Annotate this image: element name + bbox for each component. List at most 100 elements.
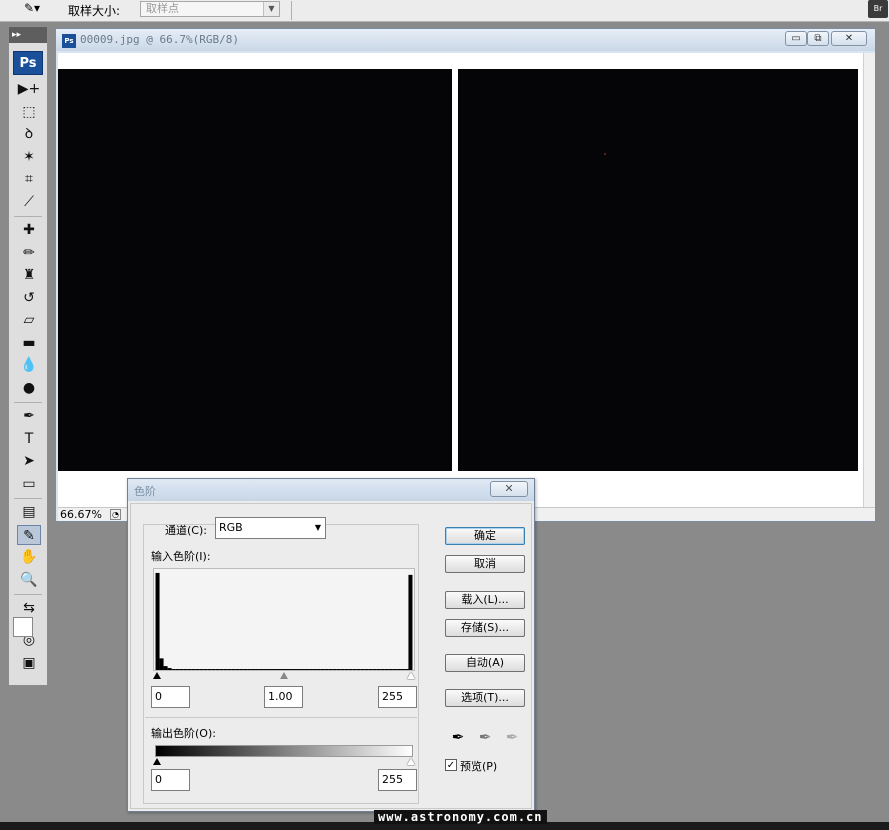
histogram-bar — [267, 669, 272, 670]
toolbox-divider — [14, 216, 42, 217]
histogram-bar — [308, 669, 313, 670]
load-button[interactable]: 载入(L)... — [445, 591, 525, 609]
histogram-bar — [332, 669, 337, 670]
foreground-color-swatch[interactable] — [13, 617, 33, 637]
histogram — [153, 568, 415, 671]
output-levels-label: 输出色阶(O): — [151, 727, 216, 740]
crop-tool-icon[interactable]: ⌗ — [17, 169, 41, 189]
bridge-button[interactable]: Br — [868, 0, 888, 18]
auto-button[interactable]: 自动(A) — [445, 654, 525, 672]
toolbox-grip[interactable]: ▸▸ — [9, 27, 47, 43]
input-gamma-field[interactable]: 1.00 — [264, 686, 303, 708]
photoshop-logo[interactable]: Ps — [13, 51, 43, 75]
save-button[interactable]: 存储(S)... — [445, 619, 525, 637]
histogram-bar — [364, 669, 369, 670]
sample-size-value: 取样点 — [146, 2, 179, 15]
path-selection-tool-icon[interactable]: ➤ — [17, 451, 41, 471]
marquee-tool-icon[interactable]: ⬚ — [17, 102, 41, 122]
type-tool-icon[interactable]: T — [17, 429, 41, 449]
histogram-bar — [300, 669, 305, 670]
eyedropper-icon[interactable]: ✎▾ — [24, 1, 52, 19]
minimize-button[interactable]: ▭ — [785, 31, 807, 46]
histogram-bar — [235, 669, 240, 670]
channel-select[interactable]: RGB ▼ — [215, 517, 326, 539]
document-window: Ps 00009.jpg @ 66.7%(RGB/8) ▭ ⧉ ✕ 66.67%… — [55, 28, 876, 522]
screen-mode-tool-icon[interactable]: ▣ — [17, 653, 41, 673]
input-white-slider[interactable] — [407, 672, 415, 679]
input-black-slider[interactable] — [153, 672, 161, 679]
hand-tool-icon[interactable]: ✋ — [17, 547, 41, 567]
zoom-level[interactable]: 66.67% — [60, 508, 102, 522]
eraser-tool-icon[interactable]: ▱ — [17, 310, 41, 330]
output-white-field[interactable]: 255 — [378, 769, 417, 791]
preview-checkbox[interactable]: ✓ — [445, 759, 457, 771]
histogram-bar — [179, 669, 184, 670]
histogram-bar — [356, 669, 361, 670]
notes-tool-icon[interactable]: ▤ — [17, 502, 41, 522]
histogram-bar — [243, 669, 248, 670]
sample-size-label: 取样大小: — [68, 4, 121, 18]
canvas-area[interactable] — [58, 53, 863, 507]
chevron-down-icon: ▼ — [314, 523, 321, 532]
document-title-bar[interactable]: Ps 00009.jpg @ 66.7%(RGB/8) ▭ ⧉ ✕ — [56, 29, 875, 51]
star-dot — [604, 153, 606, 155]
output-black-slider[interactable] — [153, 758, 161, 765]
restore-button[interactable]: ⧉ — [807, 31, 829, 46]
input-gamma-slider[interactable] — [280, 672, 288, 679]
ok-button[interactable]: 确定 — [445, 527, 525, 545]
output-gradient — [155, 745, 413, 757]
close-button[interactable]: ✕ — [831, 31, 867, 46]
black-eyedropper-icon[interactable]: ✒ — [447, 726, 469, 748]
gradient-tool-icon[interactable]: ▬ — [17, 333, 41, 353]
histogram-bar — [316, 669, 321, 670]
histogram-bar — [288, 669, 293, 670]
histogram-bar — [255, 669, 260, 670]
image-right-panel[interactable] — [458, 69, 858, 471]
input-black-field[interactable]: 0 — [151, 686, 190, 708]
histogram-bar — [312, 669, 317, 670]
document-icon: Ps — [62, 34, 76, 48]
dialog-title-bar[interactable]: 色阶 ✕ — [128, 479, 534, 501]
lasso-tool-icon[interactable]: ꝺ — [17, 124, 41, 144]
eyedropper-tool-icon[interactable]: ✎ — [17, 524, 41, 545]
pen-tool-icon[interactable]: ✒ — [17, 406, 41, 426]
swap-colors-icon[interactable]: ⇆ — [17, 598, 41, 618]
status-menu-icon[interactable]: ◔ — [110, 509, 121, 520]
magic-wand-tool-icon[interactable]: ✶ — [17, 147, 41, 167]
histogram-bar — [211, 669, 216, 670]
options-bar: ✎▾ 取样大小: 取样点 ▼ Br — [0, 0, 889, 22]
slice-tool-icon[interactable]: ⟋ — [17, 192, 41, 212]
zoom-tool-icon[interactable]: 🔍 — [17, 570, 41, 590]
cancel-button[interactable]: 取消 — [445, 555, 525, 573]
histogram-bar — [239, 669, 244, 670]
history-brush-tool-icon[interactable]: ↺ — [17, 288, 41, 308]
toolbox-divider — [14, 594, 42, 595]
output-white-slider[interactable] — [407, 758, 415, 765]
gray-eyedropper-icon[interactable]: ✒ — [474, 726, 496, 748]
preview-label[interactable]: 预览(P) — [460, 758, 497, 774]
histogram-bar — [171, 669, 176, 670]
blur-tool-icon[interactable]: 💧 — [17, 355, 41, 375]
levels-dialog: 色阶 ✕ 通道(C): RGB ▼ 输入色阶(I): 0 1.00 255 输出… — [127, 478, 535, 812]
clone-stamp-tool-icon[interactable]: ♜ — [17, 265, 41, 285]
healing-brush-tool-icon[interactable]: ✚ — [17, 220, 41, 240]
histogram-bar — [227, 669, 232, 670]
shape-tool-icon[interactable]: ▭ — [17, 474, 41, 494]
options-button[interactable]: 选项(T)... — [445, 689, 525, 707]
output-black-field[interactable]: 0 — [151, 769, 190, 791]
move-tool-icon[interactable]: ▶+ — [17, 79, 41, 99]
document-title: 00009.jpg @ 66.7%(RGB/8) — [80, 33, 239, 46]
histogram-bar — [376, 669, 381, 670]
brush-tool-icon[interactable]: ✏ — [17, 243, 41, 263]
histogram-bar — [324, 669, 329, 670]
sample-size-select[interactable]: 取样点 ▼ — [140, 1, 280, 17]
dodge-tool-icon[interactable]: ● — [17, 378, 41, 398]
toolbox-divider — [14, 402, 42, 403]
input-white-field[interactable]: 255 — [378, 686, 417, 708]
vertical-scrollbar[interactable] — [863, 53, 875, 507]
dialog-close-button[interactable]: ✕ — [490, 481, 528, 497]
histogram-bar — [167, 668, 172, 670]
image-left-panel[interactable] — [58, 69, 452, 471]
histogram-bar — [191, 669, 196, 670]
white-eyedropper-icon[interactable]: ✒ — [501, 726, 523, 748]
